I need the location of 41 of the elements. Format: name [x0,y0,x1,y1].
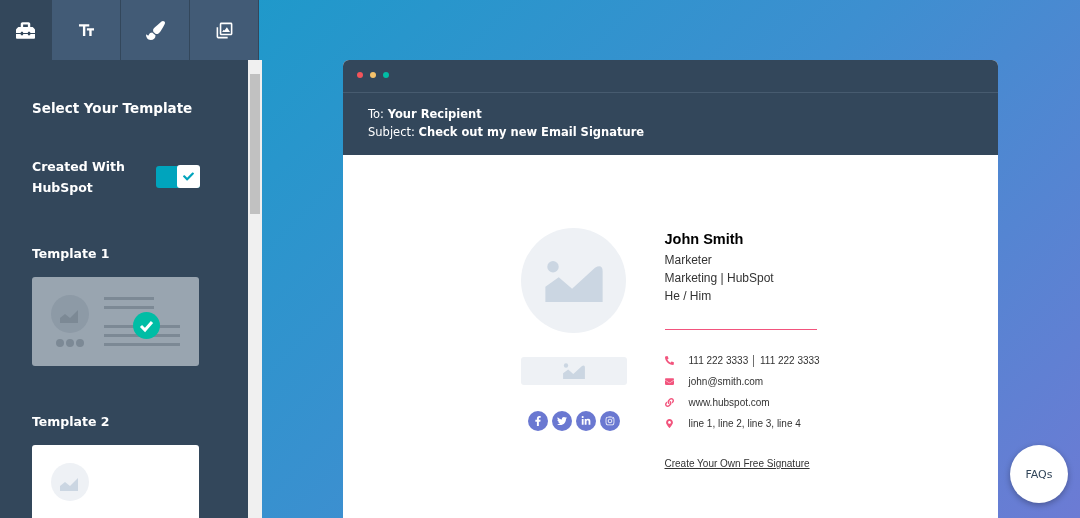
toggle-label: Created With HubSpot [32,158,126,197]
image-placeholder-icon [562,363,585,379]
window-dot [383,72,389,78]
window-dot [370,72,376,78]
signature-detail: Marketing | HubSpot [664,270,775,287]
faq-button[interactable]: FAQs [1010,445,1068,503]
toolbox-icon [16,20,35,40]
window-dot [357,72,363,78]
contact-text: john@smith.com [688,376,764,387]
link-icon [664,398,674,407]
template-thumbnail[interactable] [32,445,199,518]
instagram-icon[interactable] [599,411,620,431]
template-preview-drawing [51,463,89,501]
sidebar-tab[interactable] [0,0,52,60]
phone-icon [664,356,674,365]
template-thumbnail[interactable] [32,277,199,366]
twitter-icon[interactable] [551,411,572,431]
recipient-line: To: Your Recipient [367,106,483,123]
signature-name: John Smith [664,231,745,247]
signature-detail: Marketer [664,252,713,269]
linkedin-icon[interactable] [575,411,596,431]
sidebar-tab[interactable] [121,0,190,60]
envelope-icon [664,377,674,386]
brush-icon [145,20,165,40]
image-placeholder-icon [544,259,603,302]
signature-detail: He / Him [664,288,713,305]
check-badge-icon [133,312,160,339]
contact-text: 111 222 3333 │ 111 222 3333 [688,355,820,366]
check-icon [183,171,194,182]
signature-link[interactable]: Create Your Own Free Signature [664,458,821,469]
template-label: Template 2 [32,414,111,429]
facebook-icon[interactable] [527,411,548,431]
subject-line: Subject: Check out my new Email Signature [367,124,646,141]
template-label: Template 1 [32,246,111,261]
location-pin-icon [664,419,674,428]
contact-text: line 1, line 2, line 3, line 4 [688,418,801,429]
toggle-switch[interactable] [156,166,200,188]
images-icon [214,20,234,40]
sidebar-title: Select Your Template [32,100,194,116]
contact-text: www.hubspot.com [688,397,770,408]
scrollbar[interactable] [248,60,262,518]
